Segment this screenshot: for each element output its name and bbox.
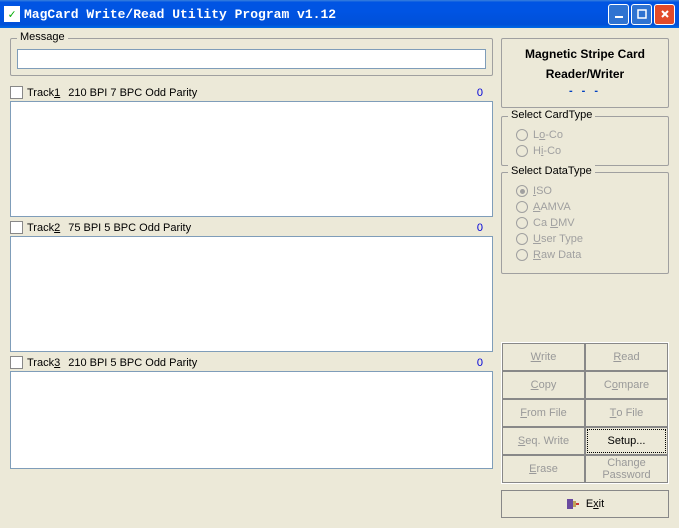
- radio-icon: [516, 129, 528, 141]
- device-header-box: Magnetic Stripe Card Reader/Writer - - -: [501, 38, 669, 108]
- copy-button[interactable]: Copy: [502, 371, 585, 399]
- track3-label: Track3: [27, 357, 60, 369]
- datatype-usertype[interactable]: User Type: [508, 231, 662, 247]
- track1-header: Track1 210 BPI 7 BPC Odd Parity 0: [10, 86, 493, 99]
- maximize-button[interactable]: [631, 4, 652, 25]
- from-file-button[interactable]: From File: [502, 399, 585, 427]
- track2-header: Track2 75 BPI 5 BPC Odd Parity 0: [10, 221, 493, 234]
- datatype-cadmv[interactable]: Ca DMV: [508, 215, 662, 231]
- cardtype-loco[interactable]: Lo-Co: [508, 127, 662, 143]
- track2-checkbox[interactable]: [10, 221, 23, 234]
- cardtype-label: Select CardType: [508, 109, 595, 121]
- seq-write-button[interactable]: Seq. Write: [502, 427, 585, 455]
- radio-icon: [516, 145, 528, 157]
- cardtype-hico[interactable]: Hi-Co: [508, 143, 662, 159]
- minimize-button[interactable]: [608, 4, 629, 25]
- device-title-line2: Reader/Writer: [504, 61, 666, 81]
- close-button[interactable]: [654, 4, 675, 25]
- track2-textarea[interactable]: [10, 236, 493, 352]
- erase-button[interactable]: Erase: [502, 455, 585, 483]
- track2-label: Track2: [27, 222, 60, 234]
- app-icon: ✓: [4, 6, 20, 22]
- track1-specs: 210 BPI 7 BPC Odd Parity: [68, 87, 477, 99]
- datatype-aamva[interactable]: AAMVA: [508, 199, 662, 215]
- device-dash: - - -: [504, 81, 666, 105]
- change-password-button[interactable]: ChangePassword: [585, 455, 668, 483]
- read-button[interactable]: Read: [585, 343, 668, 371]
- exit-icon: [566, 497, 580, 511]
- datatype-label: Select DataType: [508, 165, 595, 177]
- device-title-line1: Magnetic Stripe Card: [504, 41, 666, 61]
- message-group: Message: [10, 38, 493, 76]
- track2-specs: 75 BPI 5 BPC Odd Parity: [68, 222, 477, 234]
- setup-button[interactable]: Setup...: [585, 427, 668, 455]
- datatype-group: Select DataType ISO AAMVA Ca DMV User Ty…: [501, 172, 669, 274]
- datatype-rawdata[interactable]: Raw Data: [508, 247, 662, 263]
- radio-icon: [516, 201, 528, 213]
- track3-textarea[interactable]: [10, 371, 493, 469]
- message-input[interactable]: [17, 49, 486, 69]
- track1-textarea[interactable]: [10, 101, 493, 217]
- radio-icon: [516, 217, 528, 229]
- to-file-button[interactable]: To File: [585, 399, 668, 427]
- datatype-iso[interactable]: ISO: [508, 183, 662, 199]
- window-title: MagCard Write/Read Utility Program v1.12: [24, 7, 608, 22]
- track3-specs: 210 BPI 5 BPC Odd Parity: [68, 357, 477, 369]
- radio-icon: [516, 249, 528, 261]
- track3-count: 0: [477, 357, 483, 369]
- radio-icon: [516, 233, 528, 245]
- compare-button[interactable]: Compare: [585, 371, 668, 399]
- track1-count: 0: [477, 87, 483, 99]
- radio-icon: [516, 185, 528, 197]
- exit-button[interactable]: Exit: [501, 490, 669, 518]
- action-buttons: Write Read Copy Compare From File To Fil…: [501, 342, 669, 484]
- message-label: Message: [17, 31, 68, 43]
- titlebar: ✓ MagCard Write/Read Utility Program v1.…: [0, 0, 679, 28]
- track3-header: Track3 210 BPI 5 BPC Odd Parity 0: [10, 356, 493, 369]
- track1-label: Track1: [27, 87, 60, 99]
- cardtype-group: Select CardType Lo-Co Hi-Co: [501, 116, 669, 166]
- write-button[interactable]: Write: [502, 343, 585, 371]
- track1-checkbox[interactable]: [10, 86, 23, 99]
- track3-checkbox[interactable]: [10, 356, 23, 369]
- track2-count: 0: [477, 222, 483, 234]
